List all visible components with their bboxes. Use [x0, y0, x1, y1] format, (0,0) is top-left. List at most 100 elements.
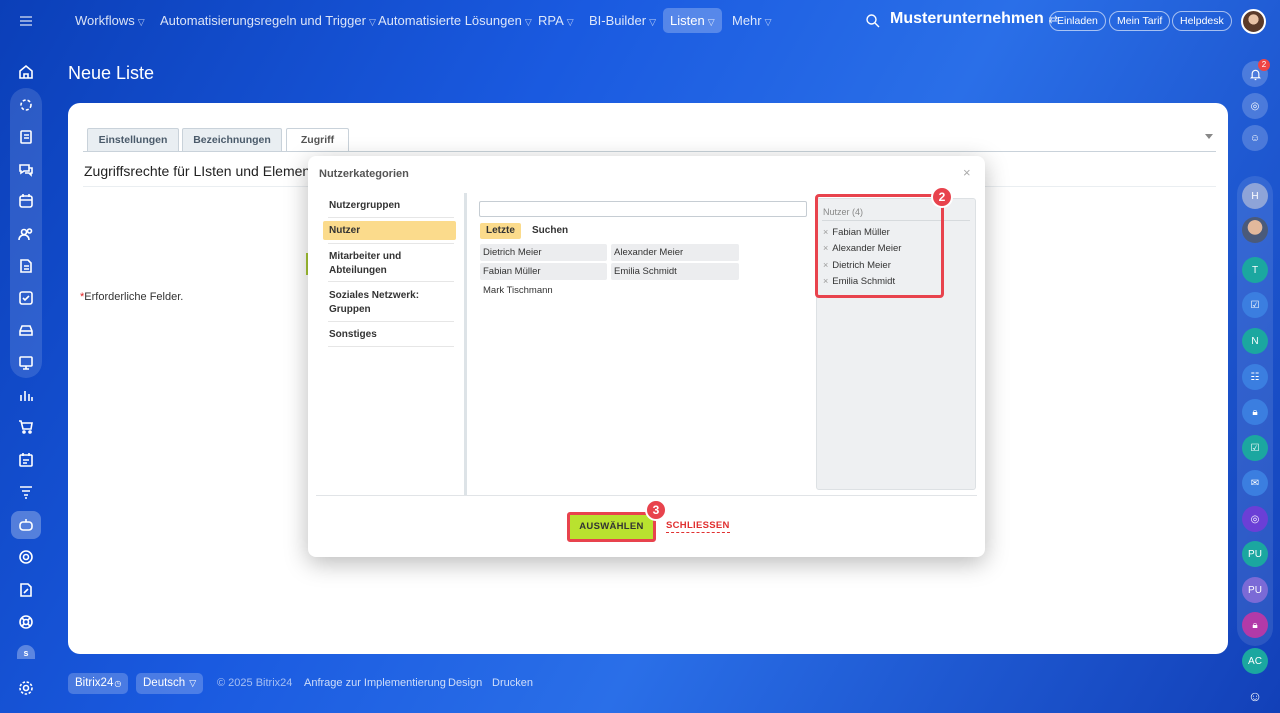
- lock-chat-icon[interactable]: 🔒︎: [1242, 399, 1268, 425]
- chart-icon[interactable]: [12, 381, 40, 409]
- target-icon[interactable]: [12, 543, 40, 571]
- lock-chat-purple-icon[interactable]: 🔒︎: [1242, 612, 1268, 638]
- nav-label: Workflows: [75, 13, 135, 28]
- category-user-groups[interactable]: Nutzergruppen: [323, 199, 456, 213]
- cart-icon[interactable]: [12, 413, 40, 441]
- nav-rpa[interactable]: RPA ▽: [531, 8, 581, 33]
- message-chat-icon[interactable]: ✉: [1242, 470, 1268, 496]
- brand-label: Bitrix24: [75, 677, 114, 689]
- task-chat-icon[interactable]: ☑: [1242, 292, 1268, 318]
- user-option[interactable]: Dietrich Meier: [480, 244, 607, 261]
- automation-robot-icon[interactable]: [12, 511, 40, 539]
- category-other[interactable]: Sonstiges: [323, 328, 456, 342]
- chat-bubble-icon[interactable]: ☺: [1242, 125, 1268, 151]
- my-tariff-button[interactable]: Mein Tarif: [1109, 11, 1171, 31]
- category-users[interactable]: Nutzer: [323, 221, 456, 240]
- people-icon[interactable]: ☺: [1242, 683, 1268, 709]
- tab-labels[interactable]: Bezeichnungen: [182, 128, 282, 152]
- language-select[interactable]: Deutsch ▽: [136, 673, 204, 694]
- footer-link-implementation[interactable]: Anfrage zur Implementierung: [304, 677, 446, 689]
- avatar-n[interactable]: N: [1242, 328, 1268, 354]
- user-option[interactable]: Emilia Schmidt: [611, 263, 739, 280]
- subtab-recent[interactable]: Letzte: [480, 223, 521, 239]
- chevron-down-icon: ▽: [189, 678, 197, 688]
- chevron-down-icon: ▽: [566, 17, 574, 27]
- nav-listen[interactable]: Listen ▽: [663, 8, 722, 33]
- avatar-t[interactable]: T: [1242, 257, 1268, 283]
- settings-gear-icon[interactable]: [12, 674, 40, 702]
- nav-automation-rules[interactable]: Automatisierungsregeln und Trigger ▽: [153, 8, 383, 33]
- booking-icon[interactable]: [12, 446, 40, 474]
- user-option[interactable]: Alexander Meier: [611, 244, 739, 261]
- footer-link-design[interactable]: Design: [448, 677, 482, 689]
- chevron-down-icon: ▽: [137, 17, 145, 27]
- document-icon[interactable]: [12, 252, 40, 280]
- subtab-search[interactable]: Suchen: [526, 223, 574, 239]
- chevron-down-icon: ▽: [707, 17, 715, 27]
- nav-more[interactable]: Mehr ▽: [725, 8, 779, 33]
- invite-button[interactable]: Einladen: [1049, 11, 1106, 31]
- avatar-photo[interactable]: [1242, 217, 1268, 243]
- column-divider: [464, 193, 467, 495]
- clock-icon: ◷: [114, 679, 122, 688]
- avatar-pu-1[interactable]: PU: [1242, 541, 1268, 567]
- page-title: Neue Liste: [68, 63, 155, 83]
- helpdesk-button[interactable]: Helpdesk: [1172, 11, 1232, 31]
- feed-icon[interactable]: [12, 91, 40, 119]
- copilot-chat-icon[interactable]: ◎: [1242, 506, 1268, 532]
- copilot-icon[interactable]: ◎: [1242, 93, 1268, 119]
- divider: [328, 281, 454, 282]
- tasks-icon[interactable]: [12, 123, 40, 151]
- filter-icon[interactable]: [12, 478, 40, 506]
- bitrix24-brand-button[interactable]: Bitrix24◷: [68, 673, 129, 694]
- hamburger-icon[interactable]: [12, 7, 40, 35]
- user-category-dialog: Nutzerkategorien × Nutzergruppen Nutzer …: [308, 156, 985, 557]
- nav-label: BI-Builder: [589, 13, 647, 28]
- category-social-network-groups[interactable]: Soziales Netzwerk: Gruppen: [323, 289, 443, 317]
- nav-workflows[interactable]: Workflows ▽: [68, 8, 152, 33]
- annotation-highlight-box: [815, 194, 944, 298]
- monitor-icon[interactable]: [12, 349, 40, 377]
- right-sidebar: 2 ◎ ☺ H T ☑ N ☷ 🔒︎ ☑ ✉ ◎ PU PU 🔒︎ AC ☺: [1235, 0, 1280, 713]
- inbox-icon[interactable]: [12, 316, 40, 344]
- avatar-ac[interactable]: AC: [1242, 648, 1268, 674]
- checkbox-icon[interactable]: [12, 284, 40, 312]
- footer-link-print[interactable]: Drucken: [492, 677, 533, 689]
- divider: [328, 346, 454, 347]
- user-option[interactable]: Fabian Müller: [480, 263, 607, 280]
- tab-access[interactable]: Zugriff: [286, 128, 349, 152]
- section-title: Zugriffsrechte für LIsten und Elemen: [84, 163, 311, 179]
- task-chat-green-icon[interactable]: ☑: [1242, 435, 1268, 461]
- chat-icon[interactable]: [12, 155, 40, 183]
- user-search-input[interactable]: [479, 201, 807, 217]
- dialog-title: Nutzerkategorien: [319, 168, 409, 180]
- divider: [328, 321, 454, 322]
- chevron-down-icon[interactable]: [1205, 134, 1213, 139]
- select-button[interactable]: AUSWÄHLEN: [567, 512, 656, 542]
- home-icon[interactable]: [12, 58, 40, 86]
- group-chat-icon[interactable]: ☷: [1242, 364, 1268, 390]
- sidebar-s-badge[interactable]: s: [17, 645, 35, 659]
- required-note: *Erforderliche Felder.: [80, 291, 183, 303]
- category-employees-departments[interactable]: Mitarbeiter und Abteilungen: [323, 250, 433, 278]
- tab-settings[interactable]: Einstellungen: [87, 128, 179, 152]
- dialog-footer-divider: [316, 495, 977, 496]
- copyright: © 2025 Bitrix24: [217, 677, 293, 689]
- close-icon[interactable]: ×: [963, 165, 971, 180]
- company-name[interactable]: Musterunternehmen ⇄: [890, 10, 1058, 28]
- avatar-h[interactable]: H: [1242, 183, 1268, 209]
- search-icon[interactable]: [864, 12, 882, 30]
- edit-document-icon[interactable]: [12, 576, 40, 604]
- top-navigation: Workflows ▽ Automatisierungsregeln und Tr…: [52, 0, 1232, 42]
- nav-bi-builder[interactable]: BI-Builder ▽: [582, 8, 663, 33]
- support-icon[interactable]: [12, 608, 40, 636]
- nav-automated-solutions[interactable]: Automatisierte Lösungen ▽: [371, 8, 539, 33]
- annotation-badge-3: 3: [645, 499, 667, 521]
- contacts-icon[interactable]: [12, 220, 40, 248]
- calendar-icon[interactable]: [12, 187, 40, 215]
- user-option[interactable]: Mark Tischmann: [480, 282, 556, 299]
- close-button[interactable]: SCHLIESSEN: [666, 520, 730, 533]
- nav-label: Automatisierungsregeln und Trigger: [160, 13, 366, 28]
- nav-label: Listen: [670, 13, 705, 28]
- avatar-pu-2[interactable]: PU: [1242, 577, 1268, 603]
